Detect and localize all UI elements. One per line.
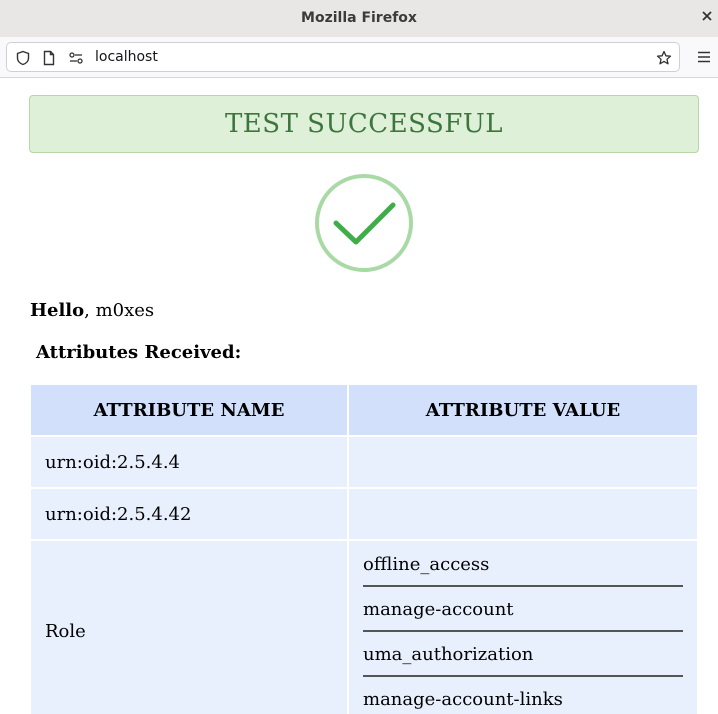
header-attribute-name: ATTRIBUTE NAME — [31, 385, 347, 435]
permissions-icon[interactable] — [68, 50, 84, 66]
list-item: manage-account-links — [363, 689, 563, 710]
list-item: uma_authorization — [363, 632, 683, 677]
close-icon[interactable] — [700, 9, 714, 23]
url-text[interactable]: localhost — [95, 49, 158, 65]
greeting-label: Hello — [30, 300, 85, 321]
attribute-name-cell: urn:oid:2.5.4.4 — [31, 437, 347, 487]
attribute-name-cell: Role — [31, 541, 347, 714]
header-attribute-value: ATTRIBUTE VALUE — [349, 385, 697, 435]
attribute-name-cell: urn:oid:2.5.4.42 — [31, 489, 347, 539]
attribute-value-cell — [349, 437, 697, 487]
navigation-toolbar: localhost — [0, 37, 718, 78]
greeting: Hello, m0xes — [30, 300, 154, 321]
checkmark-icon — [315, 174, 413, 272]
attributes-heading: Attributes Received: — [36, 342, 242, 363]
window-title: Mozilla Firefox — [301, 10, 417, 26]
table-row: Role offline_access manage-account uma_a… — [31, 541, 697, 714]
page-icon[interactable] — [41, 50, 57, 66]
table-row: urn:oid:2.5.4.4 — [31, 437, 697, 487]
hamburger-menu-icon[interactable] — [696, 49, 712, 65]
list-item: offline_access — [363, 542, 683, 587]
greeting-username: , m0xes — [84, 300, 155, 321]
attributes-table: ATTRIBUTE NAME ATTRIBUTE VALUE urn:oid:2… — [29, 383, 699, 714]
shield-icon[interactable] — [15, 50, 31, 66]
address-bar[interactable]: localhost — [6, 42, 680, 72]
attribute-value-cell: offline_access manage-account uma_author… — [349, 541, 697, 714]
bookmark-star-icon[interactable] — [656, 50, 672, 66]
window-titlebar: Mozilla Firefox — [0, 0, 718, 37]
table-header-row: ATTRIBUTE NAME ATTRIBUTE VALUE — [31, 385, 697, 435]
table-row: urn:oid:2.5.4.42 — [31, 489, 697, 539]
success-banner: TEST SUCCESSFUL — [29, 95, 699, 153]
attribute-value-cell — [349, 489, 697, 539]
list-item: manage-account — [363, 587, 683, 632]
role-values-list: offline_access manage-account uma_author… — [363, 542, 683, 714]
